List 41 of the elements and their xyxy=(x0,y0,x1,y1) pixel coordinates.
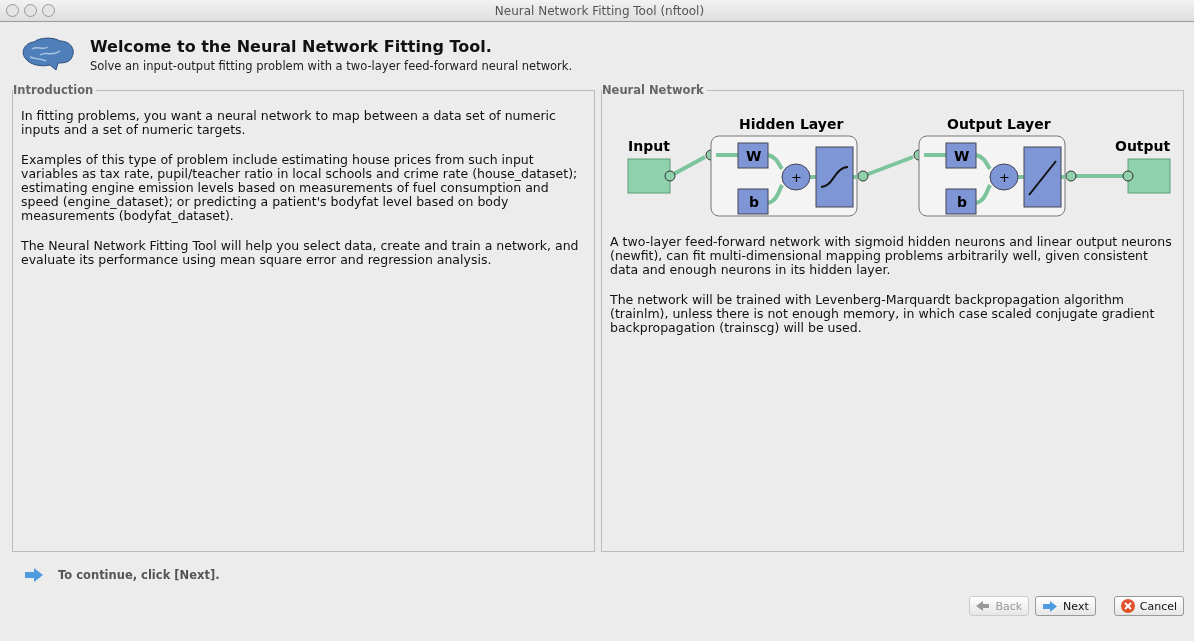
window-title: Neural Network Fitting Tool (nftool) xyxy=(493,3,706,18)
sigmoid-block xyxy=(815,146,853,208)
window-control[interactable] xyxy=(24,4,37,17)
window-control[interactable] xyxy=(6,4,19,17)
bias-label: b xyxy=(956,194,967,210)
panel-title: Neural Network xyxy=(602,83,707,97)
next-button[interactable]: Next xyxy=(1035,596,1096,616)
paragraph: The network will be trained with Levenberg-Marquardt backpropagation algorithm (trainlm), unless there is not enough memory, in which case scaled conjugate gradient backpropagation (trainscg) will be used. xyxy=(610,293,1156,335)
diagram-label: Input xyxy=(627,138,670,154)
layer-title: Output Layer xyxy=(946,116,1051,132)
header-title: Welcome to the Neural Network Fitting Tool. xyxy=(90,37,493,56)
input-node xyxy=(627,158,670,194)
bias-block xyxy=(945,188,976,215)
weight-block xyxy=(945,142,976,169)
cancel-button[interactable]: Cancel xyxy=(1113,596,1184,616)
sum-label: + xyxy=(790,170,802,185)
arrow-icon xyxy=(24,568,44,582)
sum-node xyxy=(781,163,810,191)
weight-label: W xyxy=(953,148,969,164)
window-control[interactable] xyxy=(42,4,55,17)
paragraph: A two-layer feed-forward network with sigmoid hidden neurons and linear output neurons (newfit), can fit multi-dimensional mapping problems arbitrarily well, given consistent data and enough neurons in its hidden layer. xyxy=(610,235,1173,277)
bias-block xyxy=(737,188,768,215)
bias-label: b xyxy=(748,194,759,210)
diagram-label: Output xyxy=(1114,138,1170,154)
panel-title: Introduction xyxy=(13,83,97,97)
linear-block xyxy=(1023,146,1061,208)
paragraph: The Neural Network Fitting Tool will help you select data, create and train a network, and evaluate its performance using mean square error and regression analysis. xyxy=(21,239,580,267)
brain-icon xyxy=(20,37,76,73)
layer-title: Hidden Layer xyxy=(738,116,843,132)
arrow-icon xyxy=(976,601,991,611)
sum-label: + xyxy=(998,170,1010,185)
weight-label: W xyxy=(745,148,761,164)
output-node xyxy=(1127,158,1170,194)
weight-block xyxy=(737,142,768,169)
arrow-icon xyxy=(1042,600,1059,612)
close-icon xyxy=(1120,599,1135,613)
sum-node xyxy=(989,163,1018,191)
paragraph: Examples of this type of problem include estimating house prices from such input variables as tax rate, pupil/teacher ratio in local schools and crime rate (house_dataset); estimating engine emission levels based on measurements of fuel consumption and speed (engine_dataset); or predicting a patient's bodyfat level based on body measurements (bodyfat_dataset). xyxy=(21,153,579,223)
paragraph: In fitting problems, you want a neural network to map between a data set of numeric inputs and a set of numeric targets. xyxy=(21,109,557,137)
header-subtitle: Solve an input-output fitting problem with a two-layer feed-forward neural network. xyxy=(90,59,573,73)
hint-text: To continue, click [Next]. xyxy=(58,568,220,582)
